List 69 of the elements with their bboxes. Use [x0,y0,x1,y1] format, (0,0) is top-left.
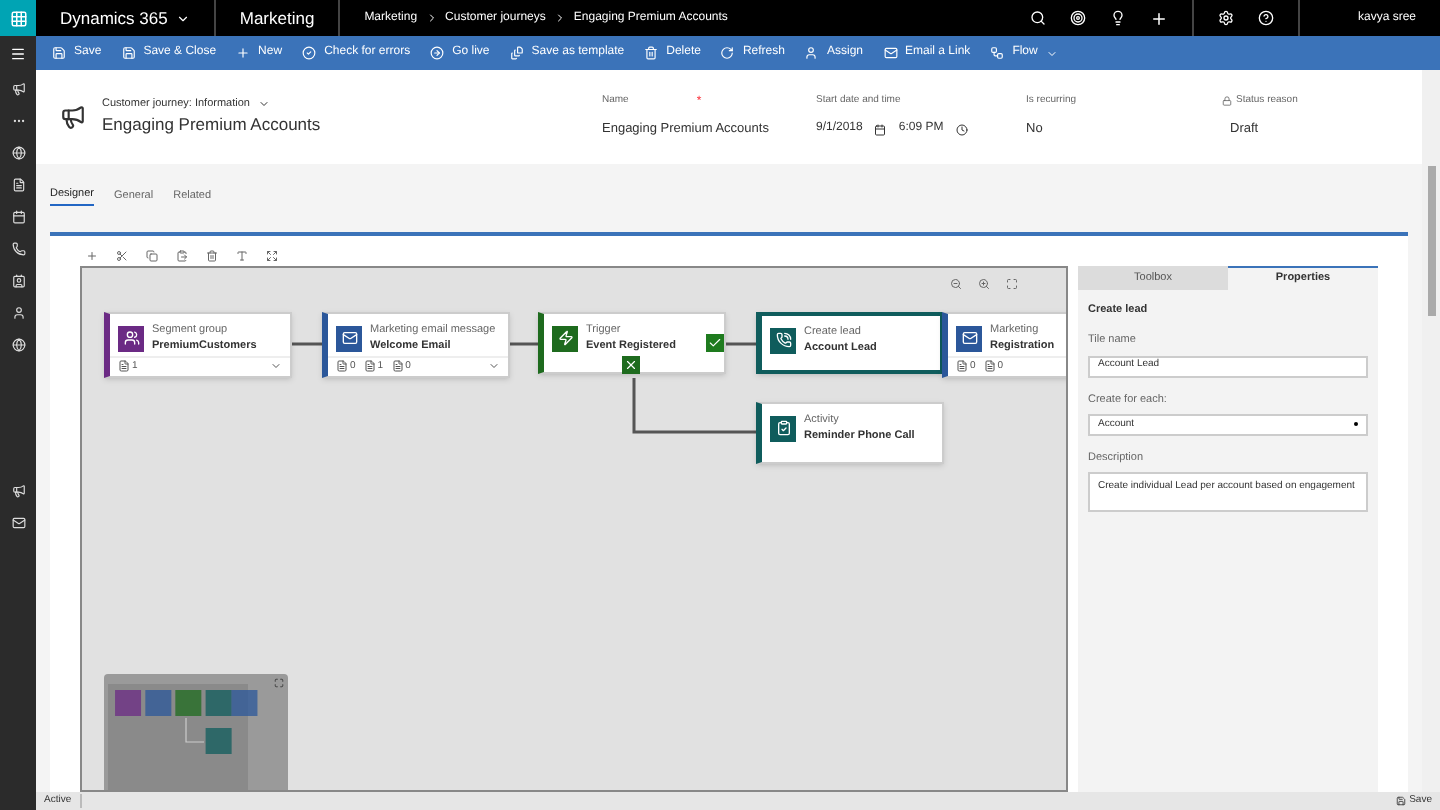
contact-icon[interactable] [11,274,25,288]
megaphone-icon [60,104,86,130]
refresh-icon[interactable] [720,46,735,60]
delete-icon[interactable] [206,250,218,262]
count-icon [363,360,376,373]
arrow-circle-icon[interactable] [430,46,445,60]
lightbulb-icon[interactable] [1110,10,1126,26]
settings-icon[interactable] [1218,10,1234,26]
document-icon[interactable] [11,178,25,192]
phone-icon[interactable] [11,242,25,256]
minimap-tile [175,690,202,716]
tile-icon [770,415,796,441]
add-icon[interactable] [86,250,98,262]
megaphone-icon[interactable] [11,82,25,96]
tile-icon [770,327,796,353]
connector-line [726,342,756,346]
flow-icon[interactable] [990,46,1005,60]
app-name[interactable]: Dynamics 365 [60,5,168,31]
zoom-out-icon[interactable] [950,278,962,290]
check-circle-icon[interactable] [302,46,317,60]
count-icon [983,360,996,373]
copy-icon[interactable] [146,250,158,262]
minimap-tile [205,728,232,754]
minimap-tile [145,690,172,716]
no-branch-icon [622,356,640,374]
count-icon [336,360,348,373]
target-icon[interactable] [1070,10,1086,26]
tile-icon [552,325,578,351]
tile-icon [336,325,362,351]
minimap-tile [231,690,258,716]
save-icon[interactable] [1395,796,1406,806]
megaphone-icon[interactable] [11,484,25,498]
minimap-tile [115,690,142,716]
chevron-icon [553,12,566,24]
count-icon [956,360,968,373]
paste-icon[interactable] [176,250,188,262]
chevron-icon [425,12,438,24]
chevron-icon[interactable] [175,11,190,25]
app-launcher-button[interactable] [0,0,36,36]
count-icon [391,360,404,373]
tile-icon [118,325,144,351]
grid-icon[interactable] [9,9,27,27]
calendar-icon[interactable] [874,123,887,136]
globe-icon[interactable] [11,338,25,352]
count-icon [118,360,130,373]
tile-icon [956,325,982,351]
cut-icon[interactable] [116,250,128,262]
plus-icon[interactable] [1150,9,1168,27]
yes-branch-icon [706,334,724,352]
menu-icon[interactable] [10,45,26,61]
minimap-tile [205,690,232,716]
rename-icon[interactable] [236,250,248,262]
record-title: Engaging Premium Accounts [102,112,323,138]
search-icon[interactable] [1030,10,1046,26]
user-icon[interactable] [804,46,819,60]
more-icon[interactable] [11,114,25,128]
globe-icon[interactable] [11,146,25,160]
clock-icon[interactable] [955,123,968,136]
zoom-in-icon[interactable] [978,278,990,290]
user-icon[interactable] [11,306,25,320]
connector-line [632,378,756,434]
document-icon[interactable] [509,46,524,60]
connector-line [510,342,538,346]
help-icon[interactable] [1258,10,1274,26]
mail-icon[interactable] [11,516,25,530]
expand-icon[interactable] [274,678,284,688]
lock-icon [1222,96,1232,107]
scrollbar-thumb[interactable] [1427,166,1435,316]
connector-line [292,342,322,346]
